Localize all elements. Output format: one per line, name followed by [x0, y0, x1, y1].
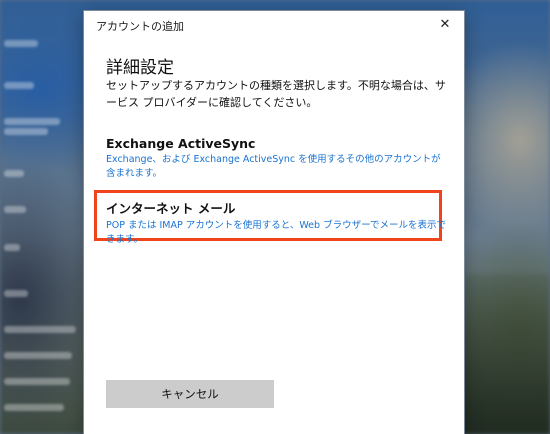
background-app-list	[0, 0, 90, 434]
option-title: インターネット メール	[106, 201, 236, 216]
page-description: セットアップするアカウントの種類を選択します。不明な場合は、サービス プロバイダ…	[106, 79, 446, 109]
option-internet-mail[interactable]: インターネット メール POP または IMAP アカウントを使用すると、Web…	[106, 198, 446, 247]
option-exchange-activesync[interactable]: Exchange ActiveSync Exchange、および Exchang…	[106, 136, 446, 181]
option-title: Exchange ActiveSync	[106, 136, 256, 151]
cancel-button[interactable]: キャンセル	[106, 380, 274, 408]
dialog-title: アカウントの追加	[96, 20, 184, 33]
option-subtitle: Exchange、および Exchange ActiveSync を使用するその…	[106, 154, 441, 179]
page-heading: 詳細設定	[106, 58, 174, 78]
close-icon[interactable]: ✕	[432, 13, 458, 35]
dialog-titlebar: アカウントの追加 ✕	[84, 11, 464, 37]
background-scenery	[460, 274, 550, 434]
add-account-dialog: アカウントの追加 ✕ 詳細設定 セットアップするアカウントの種類を選択します。不…	[84, 11, 464, 434]
option-subtitle: POP または IMAP アカウントを使用すると、Web ブラウザーでメールを表…	[106, 220, 447, 245]
